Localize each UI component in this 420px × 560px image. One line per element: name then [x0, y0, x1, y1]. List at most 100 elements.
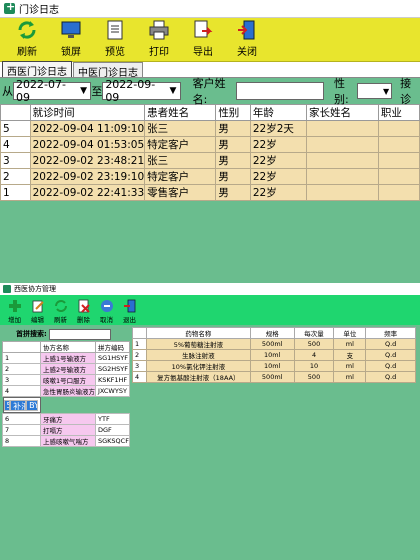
refresh-label: 刷新 — [17, 47, 37, 58]
col-spec[interactable]: 规格 — [249, 327, 295, 339]
door-exit-icon — [236, 18, 258, 42]
parent-name — [305, 152, 379, 169]
add-button[interactable]: 增加 — [4, 298, 25, 325]
list-item-selected[interactable]: 5补液方BYF — [2, 397, 41, 413]
customer-name-input[interactable] — [235, 82, 324, 100]
edit-button[interactable]: 编辑 — [27, 298, 48, 325]
patient-name: 张三 — [144, 152, 217, 169]
main-toolbar: 刷新 锁屏 预览 打印 导出 关闭 — [0, 18, 420, 62]
col-parent-name[interactable]: 家长姓名 — [305, 104, 379, 121]
col-drug-name[interactable]: 药物名称 — [145, 327, 251, 339]
prescription-code: KSKF1HF — [95, 374, 130, 386]
list-item[interactable]: 7 打嗝方 DGF — [2, 424, 130, 436]
col-gender[interactable]: 性别 — [215, 104, 251, 121]
table-row[interactable]: 5 2022-09-04 11:09:10 张三男 22岁2天 — [0, 120, 420, 137]
table-row[interactable]: 3 10%氯化钾注射液 10ml 10 ml Q.d — [132, 360, 416, 372]
list-item[interactable]: 3 咳嗽1号口服方 KSKF1HF — [2, 374, 130, 386]
drug-name: 复方氨基酸注射液（18AA） — [145, 371, 251, 383]
row-number: 3 — [132, 360, 147, 372]
prescription-toolbar: 增加 编辑 刷新 删除 取消 退出 — [0, 295, 420, 325]
prescription-code: JXCWYSY — [95, 385, 130, 397]
chevron-down-icon[interactable]: ▼ — [77, 83, 90, 99]
chevron-down-icon[interactable]: ▼ — [166, 83, 179, 99]
cancel-icon — [100, 298, 114, 314]
table-row[interactable]: 1 5%葡萄糖注射液 500ml 500 ml Q.d — [132, 338, 416, 350]
list-item[interactable]: 8 上感咳嗽气喘方 SGKSQCF — [2, 435, 130, 447]
pinyin-search-input[interactable] — [48, 328, 111, 340]
delete-button[interactable]: 删除 — [73, 298, 94, 325]
close-button[interactable]: 关闭 — [228, 18, 266, 61]
from-label: 从 — [2, 85, 13, 98]
row-number: 4 — [132, 371, 147, 383]
drug-detail-table: 药物名称 规格 每次量 单位 频率 1 5%葡萄糖注射液 500ml 500 ml Q.d… — [132, 327, 416, 383]
age: 22岁 — [249, 184, 307, 201]
tab-chinese-log[interactable]: 中医门诊日志 — [73, 62, 143, 79]
table-row[interactable]: 4 复方氨基酸注射液（18AA） 500ml 500 ml Q.d — [132, 371, 416, 383]
visit-time: 2022-09-02 23:19:10 — [29, 168, 146, 185]
cancel-button[interactable]: 取消 — [96, 298, 117, 325]
table-row[interactable]: 4 2022-09-04 01:53:05 特定客户男 22岁 — [0, 136, 420, 153]
to-date-picker[interactable]: 2022-09-09 ▼ — [102, 78, 181, 104]
unit: ml — [333, 360, 367, 372]
refresh-button[interactable]: 刷新 — [50, 298, 71, 325]
gender-select[interactable]: ▼ — [357, 83, 393, 99]
gender: 男 — [215, 120, 251, 137]
col-prescription-name[interactable]: 协方名称 — [40, 341, 96, 353]
prescription-list-table: 协方名称 拼方编码 1 上感1号输液方 SG1HSYF 2 上感2号输液方 SG2HSY… — [2, 341, 130, 447]
dose: 500 — [293, 371, 335, 383]
col-dose[interactable]: 每次量 — [293, 327, 335, 339]
title-bar: 西医协方管理 — [0, 283, 420, 295]
visit-time: 2022-09-02 23:48:21 — [29, 152, 146, 169]
app-icon — [3, 285, 11, 293]
row-number-header — [132, 327, 147, 339]
table-row[interactable]: 2 生脉注射液 10ml 4 支 Q.d — [132, 349, 416, 361]
window-title: 西医协方管理 — [14, 285, 56, 293]
prescription-name: 打嗝方 — [40, 424, 96, 436]
frequency: Q.d — [365, 349, 416, 361]
list-item[interactable]: 4 急性胃肠炎输液方 JXCWYSY — [2, 385, 130, 397]
refresh-button[interactable]: 刷新 — [8, 18, 46, 61]
row-number: 3 — [0, 152, 31, 169]
from-date-picker[interactable]: 2022-07-09 ▼ — [13, 78, 92, 104]
exit-label: 退出 — [123, 316, 136, 324]
exit-button[interactable]: 退出 — [119, 298, 140, 325]
print-button[interactable]: 打印 — [140, 18, 178, 61]
export-button[interactable]: 导出 — [184, 18, 222, 61]
list-item[interactable]: 1 上感1号输液方 SG1HSYF — [2, 352, 130, 364]
table-row[interactable]: 1 2022-09-02 22:41:33 零售客户男 22岁 — [0, 184, 420, 201]
table-header: 药物名称 规格 每次量 单位 频率 — [132, 327, 416, 339]
list-item[interactable]: 6 牙痛方 YTF — [2, 413, 130, 425]
prescription-name: 上感1号输液方 — [40, 352, 96, 364]
table-row[interactable]: 2 2022-09-02 23:19:10 特定客户男 22岁 — [0, 168, 420, 185]
visit-time: 2022-09-04 01:53:05 — [29, 136, 146, 153]
dose: 10 — [293, 360, 335, 372]
to-label: 至 — [91, 85, 103, 98]
log-table: 就诊时间 患者姓名 性别 年龄 家长姓名 职业 5 2022-09-04 11:0… — [0, 104, 420, 201]
occupation — [377, 120, 420, 137]
unit: ml — [333, 371, 367, 383]
monitor-icon — [60, 18, 82, 42]
gender: 男 — [215, 136, 251, 153]
list-item[interactable]: 2 上感2号输液方 SG2HSYF — [2, 363, 130, 375]
prescription-name: 急性胃肠炎输液方 — [40, 385, 96, 397]
add-label: 增加 — [8, 316, 21, 324]
col-prescription-code[interactable]: 拼方编码 — [95, 341, 130, 353]
col-age[interactable]: 年龄 — [249, 104, 307, 121]
print-label: 打印 — [149, 47, 169, 58]
table-row[interactable]: 3 2022-09-02 23:48:21 张三男 22岁 — [0, 152, 420, 169]
col-visit-time[interactable]: 就诊时间 — [29, 104, 146, 121]
row-number: 3 — [2, 374, 41, 386]
col-unit[interactable]: 单位 — [333, 327, 367, 339]
tab-western-log[interactable]: 西医门诊日志 — [2, 61, 72, 78]
col-frequency[interactable]: 频率 — [365, 327, 416, 339]
to-date-value: 2022-09-09 — [105, 78, 156, 104]
parent-name — [305, 120, 379, 137]
lock-screen-button[interactable]: 锁屏 — [52, 18, 90, 61]
export-icon — [192, 18, 214, 42]
search-row: 首拼搜索: — [2, 327, 128, 341]
prescription-name: 牙痛方 — [40, 413, 96, 425]
drug-name: 10%氯化钾注射液 — [145, 360, 251, 372]
customer-name-label: 客户姓名: — [192, 77, 226, 106]
row-number: 1 — [0, 184, 31, 201]
preview-button[interactable]: 预览 — [96, 18, 134, 61]
